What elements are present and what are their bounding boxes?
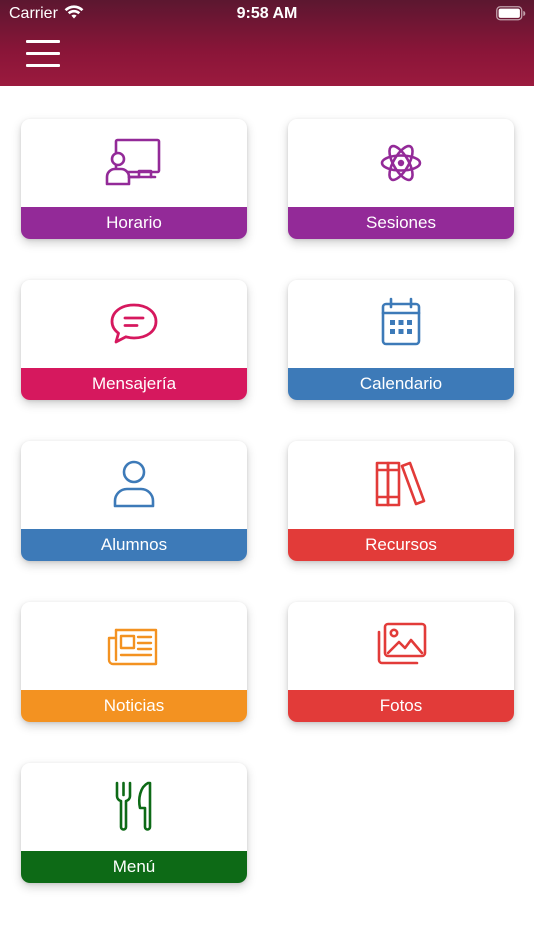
status-time: 9:58 AM: [236, 5, 298, 22]
tile-label: Horario: [21, 207, 247, 239]
tile-label: Alumnos: [21, 529, 247, 561]
tile-mensajeria[interactable]: Mensajería: [21, 280, 247, 400]
chat-bubble-icon: [110, 303, 158, 344]
tile-calendario[interactable]: Calendario: [288, 280, 514, 400]
tile-menu[interactable]: Menú: [21, 763, 247, 883]
tile-fotos[interactable]: Fotos: [288, 602, 514, 722]
atom-icon: [380, 144, 422, 182]
tile-horario[interactable]: Horario: [21, 119, 247, 239]
tile-label: Mensajería: [21, 368, 247, 400]
tile-label: Noticias: [21, 690, 247, 722]
tile-label: Menú: [21, 851, 247, 883]
tile-noticias[interactable]: Noticias: [21, 602, 247, 722]
user-icon: [113, 460, 155, 508]
battery-icon: [496, 6, 526, 21]
tile-recursos[interactable]: Recursos: [288, 441, 514, 561]
calendar-icon: [381, 297, 421, 346]
newspaper-icon: [107, 628, 158, 666]
tile-label: Recursos: [288, 529, 514, 561]
photos-icon: [377, 622, 427, 665]
books-icon: [375, 461, 426, 507]
hamburger-menu-icon[interactable]: [24, 38, 62, 70]
app-header: Carrier 9:58 AM: [0, 0, 534, 86]
teacher-board-icon: [105, 138, 161, 186]
tile-label: Fotos: [288, 690, 514, 722]
tile-sesiones[interactable]: Sesiones: [288, 119, 514, 239]
tile-label: Calendario: [288, 368, 514, 400]
tile-alumnos[interactable]: Alumnos: [21, 441, 247, 561]
status-bar: Carrier 9:58 AM: [0, 0, 534, 28]
tile-label: Sesiones: [288, 207, 514, 239]
cutlery-icon: [115, 781, 152, 831]
